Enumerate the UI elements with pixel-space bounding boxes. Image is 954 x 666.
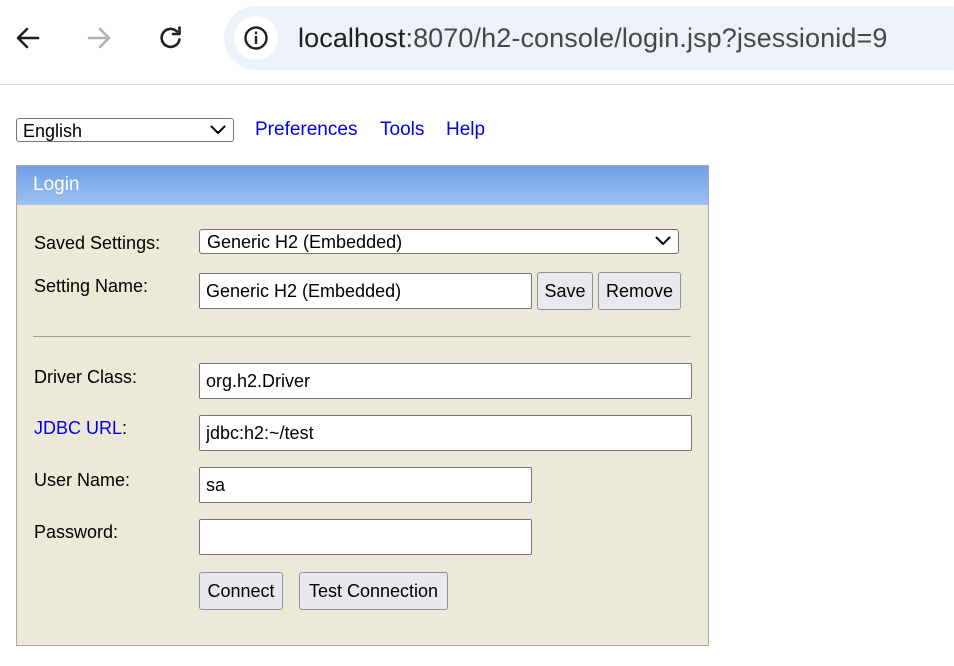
setting-name-label: Setting Name: bbox=[34, 276, 149, 296]
site-info-button[interactable] bbox=[234, 16, 278, 60]
help-link[interactable]: Help bbox=[446, 118, 485, 142]
login-panel-title: Login bbox=[17, 166, 708, 205]
browser-toolbar: localhost:8070/h2-console/login.jsp?jses… bbox=[0, 0, 954, 85]
preferences-link[interactable]: Preferences bbox=[255, 118, 357, 142]
password-label: Password: bbox=[34, 522, 119, 542]
password-field[interactable] bbox=[199, 519, 532, 555]
arrow-left-icon bbox=[16, 27, 40, 49]
save-button[interactable]: Save bbox=[537, 272, 593, 310]
setting-name-field[interactable] bbox=[199, 273, 532, 309]
connect-button[interactable]: Connect bbox=[199, 572, 283, 610]
jdbc-url-field[interactable] bbox=[199, 415, 692, 451]
jdbc-url-label: JDBC URL: bbox=[34, 417, 127, 439]
test-connection-button[interactable]: Test Connection bbox=[299, 572, 448, 610]
forward-button[interactable] bbox=[80, 19, 118, 57]
language-select[interactable]: English bbox=[16, 118, 234, 142]
driver-class-field[interactable] bbox=[199, 363, 692, 399]
saved-settings-select[interactable]: Generic H2 (Embedded) bbox=[199, 229, 679, 254]
language-select-value: English bbox=[23, 121, 83, 141]
chevron-down-icon bbox=[655, 236, 671, 245]
jdbc-url-help-link[interactable]: JDBC URL bbox=[34, 418, 122, 438]
console-topbar: English Preferences Tools Help bbox=[16, 118, 616, 144]
back-button[interactable] bbox=[9, 19, 47, 57]
arrow-right-icon bbox=[87, 27, 111, 49]
tools-link[interactable]: Tools bbox=[380, 118, 424, 142]
saved-settings-label: Saved Settings: bbox=[34, 233, 161, 253]
info-icon bbox=[244, 26, 268, 50]
address-bar[interactable]: localhost:8070/h2-console/login.jsp?jses… bbox=[224, 6, 954, 70]
remove-button[interactable]: Remove bbox=[598, 272, 681, 310]
login-panel: Login Saved Settings: Generic H2 (Embedd… bbox=[16, 165, 709, 646]
jdbc-url-colon: : bbox=[122, 418, 128, 438]
reload-icon bbox=[160, 26, 181, 49]
user-name-field[interactable] bbox=[199, 467, 532, 503]
user-name-label: User Name: bbox=[34, 470, 131, 490]
chevron-down-icon bbox=[210, 125, 226, 134]
url-path: :8070/h2-console/login.jsp?jsessionid=9 bbox=[405, 23, 888, 53]
reload-button[interactable] bbox=[152, 19, 190, 57]
section-divider bbox=[33, 336, 691, 337]
url-host: localhost bbox=[298, 23, 406, 53]
driver-class-label: Driver Class: bbox=[34, 367, 138, 387]
saved-settings-value: Generic H2 (Embedded) bbox=[207, 232, 403, 252]
url-text[interactable]: localhost:8070/h2-console/login.jsp?jses… bbox=[298, 19, 887, 57]
